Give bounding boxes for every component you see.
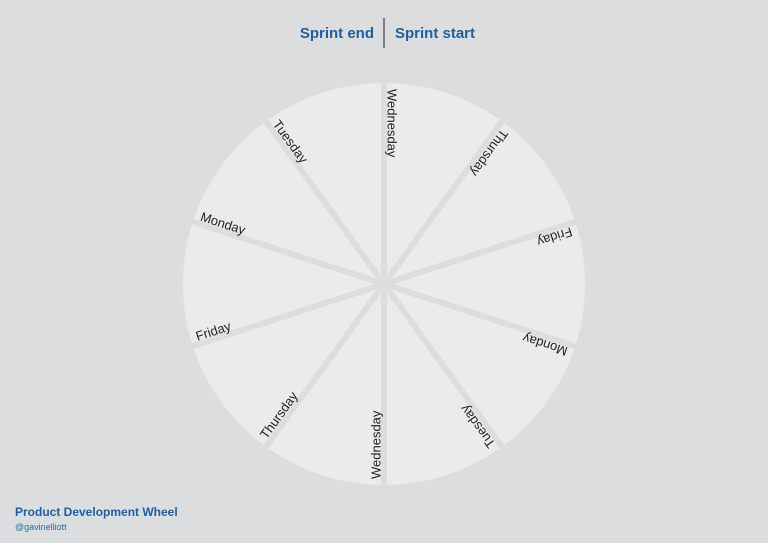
development-wheel: Wednesday ThursdayFridayMondayTuesdayWedn… (183, 81, 585, 487)
footer-handle: @gavinelliott (15, 522, 67, 532)
footer-title: Product Development Wheel (15, 505, 178, 519)
segment-label-wednesday: Wednesday (385, 89, 400, 158)
segment-label-wednesday: Wednesday (369, 410, 384, 479)
footer: Product Development Wheel @gavinelliott (15, 505, 178, 532)
